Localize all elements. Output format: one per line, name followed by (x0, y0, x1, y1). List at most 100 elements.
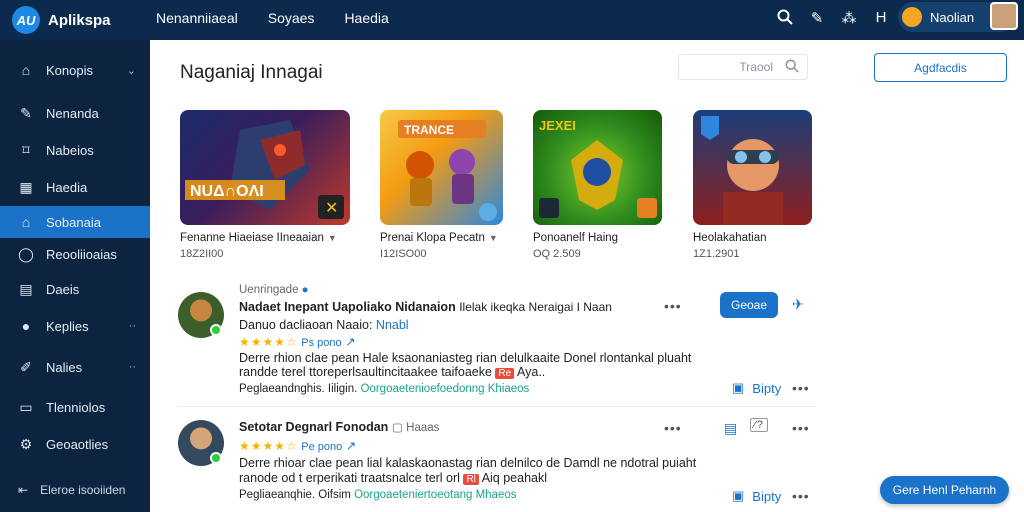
app-card[interactable]: Heolakahatian 1Z1.2901 (693, 110, 812, 260)
app-card-title[interactable]: Ponoanelf Haing (533, 232, 618, 244)
main-content: Naganiaj Innagai Traool Agdfacdis ΝUΔ∩OΛ… (150, 40, 1024, 512)
reply-icon: ▣ (732, 488, 745, 503)
badge-icon: ▢ (391, 422, 403, 434)
topnav-item[interactable]: Haedia (344, 10, 388, 26)
document-icon[interactable]: ▤ (724, 420, 738, 437)
top-icons: ✎ ⁂ H (776, 9, 890, 29)
h-icon[interactable]: H (872, 9, 890, 29)
sidebar-item-nalies[interactable]: ✐ Nalies ·· (0, 351, 150, 383)
chevron-down-icon[interactable]: ⌄ (127, 64, 136, 77)
rating-stars: ★★★★☆ Ps pono ↗ (239, 335, 356, 349)
sidebar-item-label: Geoaotlies (46, 436, 109, 452)
settings-icon: ⚙ (19, 435, 33, 452)
online-status-icon (210, 452, 222, 464)
page-title: Naganiaj Innagai (180, 62, 323, 83)
sidebar-item-reooliioaias[interactable]: ◯ Reooliioaias (0, 238, 150, 270)
app-thumbnail-image[interactable]: TRANCE (380, 110, 503, 225)
more-icon[interactable]: ·· (129, 320, 136, 332)
chevron-down-icon[interactable]: ▼ (489, 233, 498, 243)
reply-button[interactable]: ▣ Bipty (732, 488, 781, 504)
user-status-icon (902, 7, 922, 27)
review-footer: Pegliaeanqhie. Oifsim Oorgoaeteniertoeot… (239, 489, 517, 501)
review-title[interactable]: Setotar Degnarl Fonodan ▢ Haaas (239, 420, 439, 434)
app-card[interactable]: JEXEI Ponoanelf Haing OQ 2.509 (533, 110, 662, 260)
help-chat-button[interactable]: Gere Henl Peharnh (880, 476, 1009, 504)
app-card-title[interactable]: Heolakahatian (693, 232, 767, 244)
app-card-title[interactable]: Prenai Klopa Pecatn ▼ (380, 232, 498, 244)
review-title[interactable]: Nadaet Inepant Uapoliako Nidanaion Ilela… (239, 300, 612, 314)
logout-icon: ⇤ (18, 483, 29, 497)
app-card[interactable]: ΝUΔ∩OΛΙ ✕ Fenanne Hiaeiase IIneaaian ▼ 18… (180, 110, 350, 260)
top-nav: Nenanniiaeal Soyaes Haedia (156, 10, 389, 26)
pen-icon: ✐ (20, 358, 32, 375)
user-menu[interactable]: Naolian (898, 2, 1018, 32)
svg-text:ΝUΔ∩OΛΙ: ΝUΔ∩OΛΙ (190, 183, 264, 200)
sidebar-item-label: Sobanaia (46, 214, 101, 230)
more-options-icon[interactable]: ••• (664, 298, 682, 314)
pin-icon[interactable]: ✎ (808, 9, 826, 29)
review-footer: Peglaeandnghis. Iiligin. Oorgoaetenioefo… (239, 383, 530, 395)
robot-art-icon: ΝUΔ∩OΛΙ ✕ (185, 120, 344, 219)
sidebar-item-geoaotlies[interactable]: ⚙ Geoaotlies (0, 428, 150, 460)
app-thumbnail-image[interactable]: ΝUΔ∩OΛΙ ✕ (180, 110, 350, 225)
topnav-item[interactable]: Nenanniiaeal (156, 10, 238, 26)
review-subtitle-link[interactable]: Nnabl (376, 318, 409, 332)
avatar[interactable] (990, 2, 1018, 30)
sidebar-footer[interactable]: ⇤ Eleroe isooiiden (18, 483, 125, 497)
sidebar-item-label: Nenanda (46, 105, 99, 121)
review-footer-link[interactable]: Oorgoaeteniertoeotang Mhaeos (354, 489, 516, 501)
home-icon: ⌂ (21, 62, 31, 78)
sidebar-item-haedia[interactable]: ▦ Haedia (0, 171, 150, 203)
sidebar-item-sobanaia[interactable]: ⌂ Sobanaia (0, 206, 150, 238)
rating-stars: ★★★★☆ Pe pono ↗ (239, 439, 357, 453)
review-subtitle: Danuo dacliaoan Naaio: Nnabl (239, 318, 409, 332)
more-options-icon[interactable]: ••• (792, 420, 810, 436)
shield-art-icon: JEXEI (539, 118, 657, 218)
more-options-icon[interactable]: ••• (792, 488, 810, 504)
edit-icon[interactable]: ⁄? (750, 418, 768, 432)
message-icon: ▭ (19, 398, 33, 415)
app-thumbnail-image[interactable] (693, 110, 812, 225)
search-icon[interactable] (785, 59, 799, 76)
edit-icon: ✎ (20, 104, 32, 121)
more-options-icon[interactable]: ••• (664, 420, 682, 436)
tag-icon: ⌑ (22, 141, 30, 158)
translate-icon[interactable]: ⁂ (840, 9, 858, 29)
sidebar-item-label: Nabeios (46, 142, 94, 158)
sidebar-item-label: Konopis (46, 62, 93, 78)
pin-icon[interactable]: ✈ (792, 296, 805, 313)
store-icon: ⌂ (21, 214, 31, 230)
svg-text:✕: ✕ (325, 200, 338, 217)
sidebar-item-tlenniolos[interactable]: ▭ Tlenniolos (0, 391, 150, 423)
topnav-item[interactable]: Soyaes (268, 10, 315, 26)
sidebar-item-keplies[interactable]: ● Keplies ·· (0, 310, 150, 342)
reply-button[interactable]: ▣ Bipty (732, 380, 781, 396)
sidebar-item-nabeios[interactable]: ⌑ Nabeios (0, 134, 150, 166)
share-icon[interactable]: ↗ (346, 439, 356, 453)
app-card-count: 1Z1.2901 (693, 248, 740, 260)
sidebar-item-daeis[interactable]: ▤ Daeis (0, 273, 150, 305)
share-icon[interactable]: ↗ (345, 335, 355, 349)
sidebar-item-konopis[interactable]: ⌂ Konopis ⌄ (0, 54, 150, 86)
primary-action-button[interactable]: Agdfacdis (874, 53, 1007, 82)
app-card[interactable]: TRANCE Prenai Klopa Pecatn ▼ I12ISO00 (380, 110, 503, 260)
sidebar-item-label: Tlenniolos (46, 399, 106, 415)
app-card-title[interactable]: Fenanne Hiaeiase IIneaaian ▼ (180, 232, 337, 244)
more-icon[interactable]: ·· (129, 361, 136, 373)
review-action-button[interactable]: Geoae (720, 292, 778, 318)
app-thumbnail-image[interactable]: JEXEI (533, 110, 662, 225)
app-card-count: OQ 2.509 (533, 248, 581, 260)
more-options-icon[interactable]: ••• (792, 380, 810, 396)
online-status-icon (210, 324, 222, 336)
grid-icon: ▦ (19, 178, 33, 195)
logo-mark-icon: AU (12, 6, 40, 34)
svg-text:TRANCE: TRANCE (404, 123, 454, 137)
review-footer-link[interactable]: Oorgoaetenioefoedonng Khiaeos (361, 383, 530, 395)
reply-icon: ▣ (732, 380, 745, 395)
search-input[interactable]: Traool (678, 54, 808, 80)
heroes-art-icon: TRANCE (398, 120, 497, 221)
search-icon[interactable] (776, 9, 794, 29)
sidebar-item-nenanda[interactable]: ✎ Nenanda (0, 97, 150, 129)
app-logo[interactable]: AU Aplikspa (12, 6, 111, 34)
chevron-down-icon[interactable]: ▼ (328, 233, 337, 243)
